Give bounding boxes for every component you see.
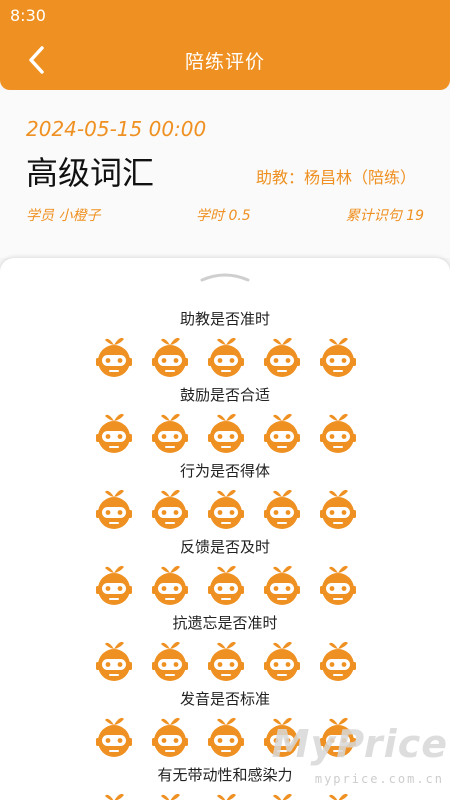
rating-button-3[interactable]	[208, 790, 244, 800]
criterion-label: 鼓励是否合适	[179, 386, 270, 404]
orange-robot-icon	[217, 793, 236, 800]
rating-button-2[interactable]	[152, 562, 188, 606]
rating-button-3[interactable]	[208, 714, 244, 758]
orange-robot-icon	[105, 793, 124, 800]
orange-robot-icon	[96, 413, 132, 453]
rating-button-3[interactable]	[208, 334, 244, 378]
rating-button-2[interactable]	[152, 486, 188, 530]
orange-robot-icon	[208, 565, 244, 605]
orange-robot-icon	[96, 641, 132, 681]
rating-button-2[interactable]	[152, 334, 188, 378]
orange-robot-icon	[96, 337, 132, 377]
student-name: 学员 小橙子	[26, 208, 101, 224]
status-bar-time: 8:30	[10, 6, 46, 25]
rating-button-3[interactable]	[208, 486, 244, 530]
rating-button-1[interactable]	[96, 486, 132, 530]
criterion-label: 抗遗忘是否准时	[172, 614, 278, 632]
criterion-label: 发音是否标准	[179, 690, 270, 708]
rating-row	[96, 486, 356, 530]
rating-card: 助教是否准时 鼓励是否合适 行为是否得体 反馈是否及时 抗遗忘是否准时 发音是否标准 有无带…	[0, 258, 450, 800]
rating-button-2[interactable]	[152, 714, 188, 758]
orange-robot-icon	[320, 489, 356, 529]
orange-robot-icon	[161, 793, 180, 800]
rating-button-1[interactable]	[96, 714, 132, 758]
rating-button-2[interactable]	[152, 410, 188, 454]
criterion-label: 助教是否准时	[179, 310, 270, 328]
orange-robot-icon	[152, 565, 188, 605]
criterion-label: 反馈是否及时	[179, 538, 270, 556]
rating-button-4[interactable]	[264, 638, 300, 682]
orange-robot-icon	[152, 413, 188, 453]
rating-button-3[interactable]	[208, 410, 244, 454]
orange-robot-icon	[264, 413, 300, 453]
rating-button-4[interactable]	[264, 486, 300, 530]
sentence-count: 累计识句 19	[345, 208, 424, 224]
orange-robot-icon	[96, 717, 132, 757]
rating-button-5[interactable]	[320, 638, 356, 682]
rating-button-5[interactable]	[320, 562, 356, 606]
rating-button-2[interactable]	[152, 790, 188, 800]
orange-robot-icon	[320, 641, 356, 681]
rating-button-1[interactable]	[96, 334, 132, 378]
orange-robot-icon	[264, 489, 300, 529]
watermark-brand: MyPrice	[271, 722, 448, 766]
rating-button-4[interactable]	[264, 410, 300, 454]
rating-row	[96, 410, 356, 454]
course-name: 高级词汇	[26, 154, 155, 192]
drag-handle-icon[interactable]	[200, 272, 250, 282]
orange-robot-icon	[208, 641, 244, 681]
rating-row	[96, 334, 356, 378]
orange-robot-icon	[264, 565, 300, 605]
orange-robot-icon	[320, 337, 356, 377]
rating-button-3[interactable]	[208, 638, 244, 682]
rating-button-5[interactable]	[320, 486, 356, 530]
rating-row	[96, 562, 356, 606]
criterion-label: 行为是否得体	[179, 462, 270, 480]
lesson-datetime: 2024-05-15 00:00	[26, 117, 207, 141]
watermark: MyPrice myprice.com.cn	[268, 722, 448, 798]
rating-button-1[interactable]	[96, 790, 132, 800]
rating-button-1[interactable]	[96, 638, 132, 682]
rating-button-2[interactable]	[152, 638, 188, 682]
rating-button-1[interactable]	[96, 562, 132, 606]
orange-robot-icon	[208, 413, 244, 453]
orange-robot-icon	[152, 337, 188, 377]
orange-robot-icon	[208, 489, 244, 529]
orange-robot-icon	[320, 413, 356, 453]
rating-row	[96, 638, 356, 682]
orange-robot-icon	[208, 717, 244, 757]
rating-button-4[interactable]	[264, 562, 300, 606]
orange-robot-icon	[152, 717, 188, 757]
lesson-hours: 学时 0.5	[196, 208, 251, 224]
rating-button-5[interactable]	[320, 334, 356, 378]
watermark-site: myprice.com.cn	[314, 772, 444, 786]
page-title: 陪练评价	[184, 51, 265, 73]
rating-button-1[interactable]	[96, 410, 132, 454]
rating-button-3[interactable]	[208, 562, 244, 606]
orange-robot-icon	[208, 337, 244, 377]
orange-robot-icon	[264, 337, 300, 377]
orange-robot-icon	[264, 641, 300, 681]
orange-robot-icon	[152, 641, 188, 681]
rating-button-4[interactable]	[264, 334, 300, 378]
orange-robot-icon	[96, 565, 132, 605]
orange-robot-icon	[320, 565, 356, 605]
teacher-name: 助教：杨昌林（陪练）	[255, 168, 416, 187]
lesson-info: 2024-05-15 00:00 高级词汇 助教：杨昌林（陪练） 学员 小橙子 …	[0, 90, 450, 258]
orange-robot-icon	[96, 489, 132, 529]
orange-robot-icon	[152, 489, 188, 529]
rating-button-5[interactable]	[320, 410, 356, 454]
top-app-bar: 8:30 陪练评价	[0, 0, 450, 90]
